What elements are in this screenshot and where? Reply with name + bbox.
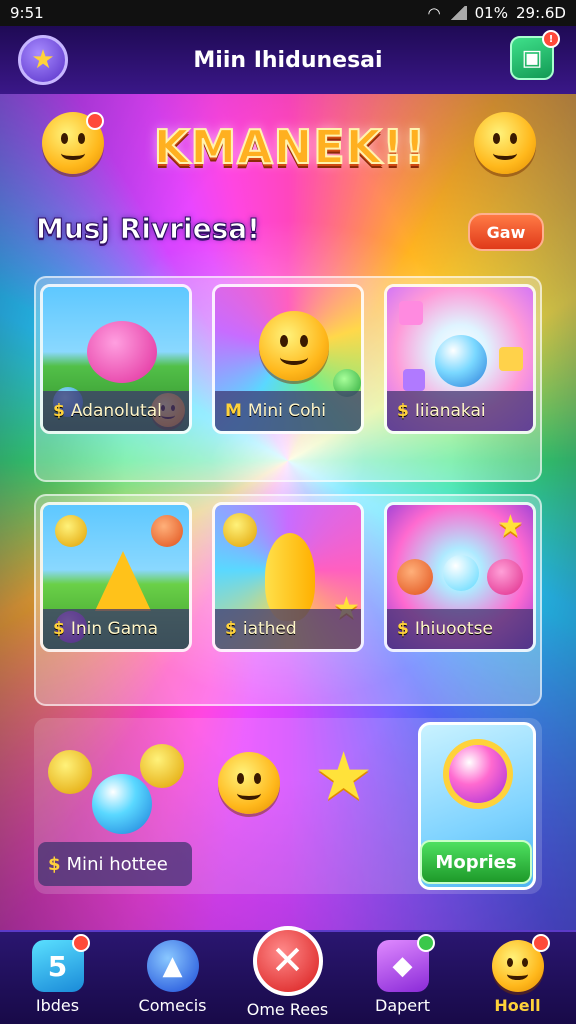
featured-label[interactable]: $ Mini hottee <box>38 842 192 886</box>
nav-item-comecis[interactable]: ▲ Comecis <box>115 932 230 1024</box>
smiley-icon <box>491 934 550 992</box>
mopries-button[interactable]: Mopries <box>420 840 532 884</box>
nav-label: Dapert <box>375 996 430 1015</box>
signal-icon <box>448 6 467 20</box>
currency-icon: $ <box>53 401 65 421</box>
blue-orb-icon <box>435 335 487 387</box>
rocket-icon <box>265 533 315 621</box>
currency-icon: $ <box>53 619 65 639</box>
creature-icon <box>140 744 184 788</box>
notification-badge <box>71 934 90 952</box>
status-time: 9:51 <box>10 4 44 22</box>
currency-icon: $ <box>225 619 237 639</box>
pink-candy-icon <box>87 321 157 383</box>
featured-title: Mini hottee <box>66 853 168 875</box>
blue-orb-icon <box>443 555 479 591</box>
card-label: $ Inin Gama <box>43 609 189 649</box>
card-label: M Mini Cohi <box>215 391 361 431</box>
card-label: $ Iiianakai <box>387 391 533 431</box>
gem-icon <box>403 369 425 391</box>
avatar-button[interactable]: ★ <box>18 35 68 85</box>
nav-label: Comecis <box>138 996 207 1015</box>
sun-orb-icon <box>449 745 507 803</box>
currency-icon: M <box>225 401 242 421</box>
star-icon: ★ <box>497 509 524 544</box>
gem-icon <box>499 347 523 371</box>
notification-badge <box>531 934 550 952</box>
game-card-2[interactable]: M Mini Cohi <box>212 284 364 434</box>
nav-item-dapert[interactable]: ◆ Dapert <box>345 932 460 1024</box>
game-card-1[interactable]: $ Adanolutal <box>40 284 192 434</box>
top-header: ★ Miin Ihidunesai ▣ ! <box>0 26 576 94</box>
game-card-3[interactable]: $ Iiianakai <box>384 284 536 434</box>
card-title: Inin Gama <box>70 619 159 639</box>
nav-item-ome-rees[interactable]: ✕ Ome Rees <box>230 926 345 1024</box>
notification-badge <box>416 934 435 952</box>
card-title: Ihiuootse <box>414 619 493 639</box>
gift-icon: ◆ <box>376 934 435 992</box>
smiley-icon <box>218 752 280 814</box>
page-title: Miin Ihidunesai <box>193 47 383 73</box>
currency-icon: $ <box>48 853 61 875</box>
banner-title: KMANEK!! <box>153 119 427 175</box>
nav-label: Ibdes <box>35 996 80 1015</box>
battery-text: 01% <box>474 4 508 22</box>
game-button[interactable]: Gaw <box>468 213 544 251</box>
currency-icon: $ <box>397 619 409 639</box>
smiley-badge-left <box>86 112 104 130</box>
orange-ball-icon <box>151 515 183 547</box>
card-label: $ iathed <box>215 609 361 649</box>
card-title: Adanolutal <box>70 401 162 421</box>
nav-item-ibdes[interactable]: 5 Ibdes <box>0 932 115 1024</box>
card-title: Iiianakai <box>414 401 486 421</box>
nav-label: Hoell <box>494 996 541 1015</box>
status-right: ◠ 01% 29:.6D <box>428 4 566 22</box>
nav-label: Ome Rees <box>246 1000 329 1019</box>
gem-icon <box>399 301 423 325</box>
card-label: $ Ihiuootse <box>387 609 533 649</box>
game-card-6[interactable]: ★ $ Ihiuootse <box>384 502 536 652</box>
gift-button[interactable]: ▣ ! <box>510 30 560 80</box>
game-card-4[interactable]: $ Inin Gama <box>40 502 192 652</box>
creature-icon <box>48 750 92 794</box>
card-title: Mini Cohi <box>247 401 326 421</box>
star-icon: ★ <box>31 45 55 75</box>
block-icon: 5 <box>31 934 90 992</box>
pink-creature-icon <box>487 559 523 595</box>
gift-icon: ▣ <box>521 45 543 71</box>
status-right-text: 29:.6D <box>515 4 566 22</box>
star-icon: ★ <box>314 738 374 815</box>
card-title: iathed <box>242 619 297 639</box>
currency-icon: $ <box>397 401 409 421</box>
orange-creature-icon <box>397 559 433 595</box>
close-icon: ✕ <box>252 926 323 996</box>
game-card-5[interactable]: ★ $ iathed <box>212 502 364 652</box>
smiley-icon-right <box>474 112 536 174</box>
wifi-icon: ◠ <box>427 4 441 22</box>
status-bar: 9:51 ◠ 01% 29:.6D <box>0 0 576 26</box>
bottom-nav: 5 Ibdes ▲ Comecis ✕ Ome Rees ◆ Dapert Ho… <box>0 926 576 1024</box>
coin-icon <box>223 513 257 547</box>
coin-icon <box>55 515 87 547</box>
notification-badge: ! <box>542 30 560 48</box>
arrow-icon: ▲ <box>146 940 199 992</box>
sun-icon <box>259 311 329 381</box>
section-title: Musj Rivriesa! <box>36 212 261 246</box>
nav-item-hoell[interactable]: Hoell <box>460 932 575 1024</box>
card-label: $ Adanolutal <box>43 391 189 431</box>
blue-orb-icon <box>92 774 152 834</box>
pyramid-icon <box>95 551 151 611</box>
